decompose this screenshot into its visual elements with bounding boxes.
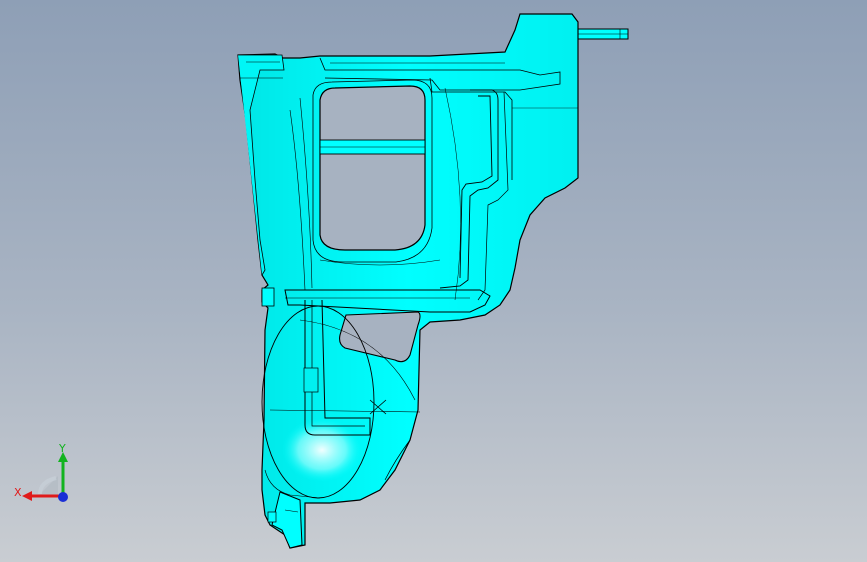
graphics-viewport[interactable]: Y X xyxy=(0,0,867,562)
z-axis-dot xyxy=(58,492,68,502)
x-axis-label: X xyxy=(14,486,22,499)
cyan-part-icon[interactable] xyxy=(0,0,867,562)
upper-window xyxy=(319,85,426,251)
orientation-triad: Y X xyxy=(14,442,68,502)
pin-feature xyxy=(577,28,629,40)
y-axis-label: Y xyxy=(58,442,66,455)
